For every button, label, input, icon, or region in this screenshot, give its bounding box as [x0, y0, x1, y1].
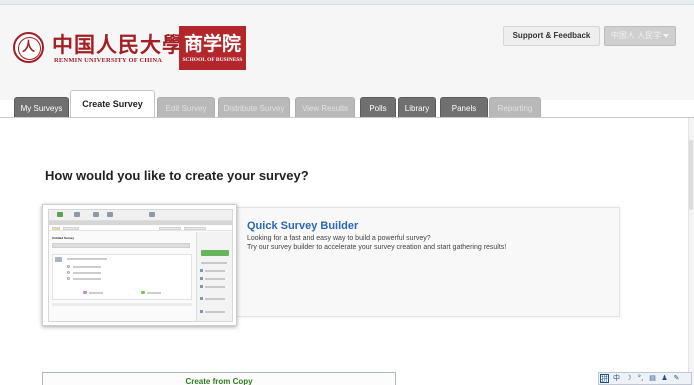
- tab-reporting: Reporting: [489, 97, 541, 118]
- university-seal-icon: 人: [13, 32, 44, 63]
- scrollbar-thumb[interactable]: [689, 140, 693, 210]
- thumb-toolbar-icon: [93, 212, 99, 217]
- page-question: How would you like to create your survey…: [45, 168, 309, 183]
- thumb-line: [73, 272, 101, 274]
- university-name-en: RENMIN UNIVERSITY OF CHINA: [54, 57, 163, 64]
- quick-survey-builder-title[interactable]: Quick Survey Builder: [247, 220, 358, 232]
- mode-icon[interactable]: 拼: [600, 374, 609, 383]
- thumb-line: [205, 286, 225, 288]
- thumb-line: [67, 258, 107, 260]
- tab-panels[interactable]: Panels: [440, 97, 488, 118]
- thumb-tabrow: [49, 226, 232, 231]
- tab-create-survey[interactable]: Create Survey: [70, 90, 155, 118]
- thumb-line: [89, 292, 103, 294]
- tab-my-surveys[interactable]: My Surveys: [14, 97, 69, 118]
- tab-edit-survey: Edit Survey: [157, 97, 215, 118]
- school-badge: 商学院 SCHOOL OF BUSINESS: [179, 26, 246, 70]
- university-name-cn: 中国人民大學: [52, 32, 184, 57]
- thumb-radio: [67, 277, 70, 280]
- thumb-green-button: [201, 250, 229, 256]
- thumb-side-icon: [200, 277, 203, 280]
- thumb-line: [73, 278, 101, 280]
- thumb-page-bar: [52, 243, 190, 248]
- thumb-greybar: [49, 221, 232, 225]
- punctuation-icon[interactable]: °,: [636, 374, 645, 383]
- thumb-radio: [67, 265, 70, 268]
- tab-library[interactable]: Library: [398, 97, 436, 118]
- thumb-question-number: [55, 257, 62, 262]
- tab-distribute-survey: Distribute Survey: [218, 97, 290, 118]
- thumb-pill: [141, 291, 145, 294]
- support-feedback-button[interactable]: Support & Feedback: [503, 26, 600, 46]
- thumb-tab: [159, 227, 181, 230]
- thumb-tab: [184, 227, 206, 230]
- tab-view-results: View Results: [295, 97, 355, 118]
- description-line: Try our survey builder to accelerate you…: [247, 243, 507, 251]
- chevron-down-icon: [663, 33, 670, 38]
- moon-icon[interactable]: ☽: [624, 374, 633, 383]
- thumb-tab: [63, 227, 79, 230]
- thumb-question-box: [52, 254, 192, 300]
- thumb-radio: [67, 271, 70, 274]
- thumb-side-icon: [200, 310, 203, 313]
- thumb-side-icon: [200, 297, 203, 300]
- tab-polls[interactable]: Polls: [360, 97, 396, 118]
- ime-toolbar: 拼 中 ☽ °, ▤ ♟ ✎: [598, 372, 692, 385]
- thumb-toolbar-icon: [149, 212, 155, 217]
- thumb-pill: [83, 291, 87, 294]
- thumb-toolbar-icon: [107, 212, 113, 217]
- thumb-line: [201, 262, 227, 264]
- wrench-icon[interactable]: ✎: [672, 374, 681, 383]
- school-name-cn: 商学院: [183, 33, 241, 55]
- tab-divider: [0, 117, 694, 118]
- header-bar: 人 中国人民大學 RENMIN UNIVERSITY OF CHINA 商学院 …: [0, 5, 694, 100]
- description-line: Looking for a fast and easy way to build…: [247, 235, 431, 242]
- main-tabs: My Surveys Create Survey Edit Survey Dis…: [0, 88, 694, 118]
- thumb-line: [205, 311, 225, 313]
- keyboard-icon[interactable]: ▤: [648, 374, 657, 383]
- thumb-line: [147, 292, 161, 294]
- thumb-line: [73, 266, 101, 268]
- thumb-toolbar-icon: [74, 212, 80, 217]
- thumb-toolbar: [49, 210, 232, 221]
- thumb-line: [205, 270, 225, 272]
- school-name-en: SCHOOL OF BUSINESS: [182, 57, 243, 63]
- quick-survey-builder-description: Looking for a fast and easy way to build…: [247, 235, 506, 252]
- create-from-copy-title[interactable]: Create from Copy: [42, 377, 396, 385]
- thumb-bottom-bar: [52, 303, 192, 306]
- thumb-toolbar-icon: [57, 212, 63, 217]
- user-menu-button[interactable]: 中国人 人民学: [604, 26, 676, 46]
- thumb-line: [205, 298, 225, 300]
- thumb-tab: [52, 227, 60, 230]
- quick-survey-builder-thumbnail[interactable]: Untitled Survey: [42, 204, 237, 326]
- thumb-side-icon: [200, 285, 203, 288]
- user-icon[interactable]: ♟: [660, 374, 669, 383]
- thumb-survey-title: Untitled Survey: [52, 236, 75, 240]
- chinese-icon[interactable]: 中: [612, 374, 621, 383]
- user-menu-label: 中国人 人民学: [610, 31, 662, 40]
- thumb-line: [205, 278, 225, 280]
- thumbnail-screenshot: Untitled Survey: [48, 209, 233, 322]
- thumb-side-icon: [200, 269, 203, 272]
- university-logo[interactable]: 人 中国人民大學 RENMIN UNIVERSITY OF CHINA 商学院 …: [8, 26, 246, 74]
